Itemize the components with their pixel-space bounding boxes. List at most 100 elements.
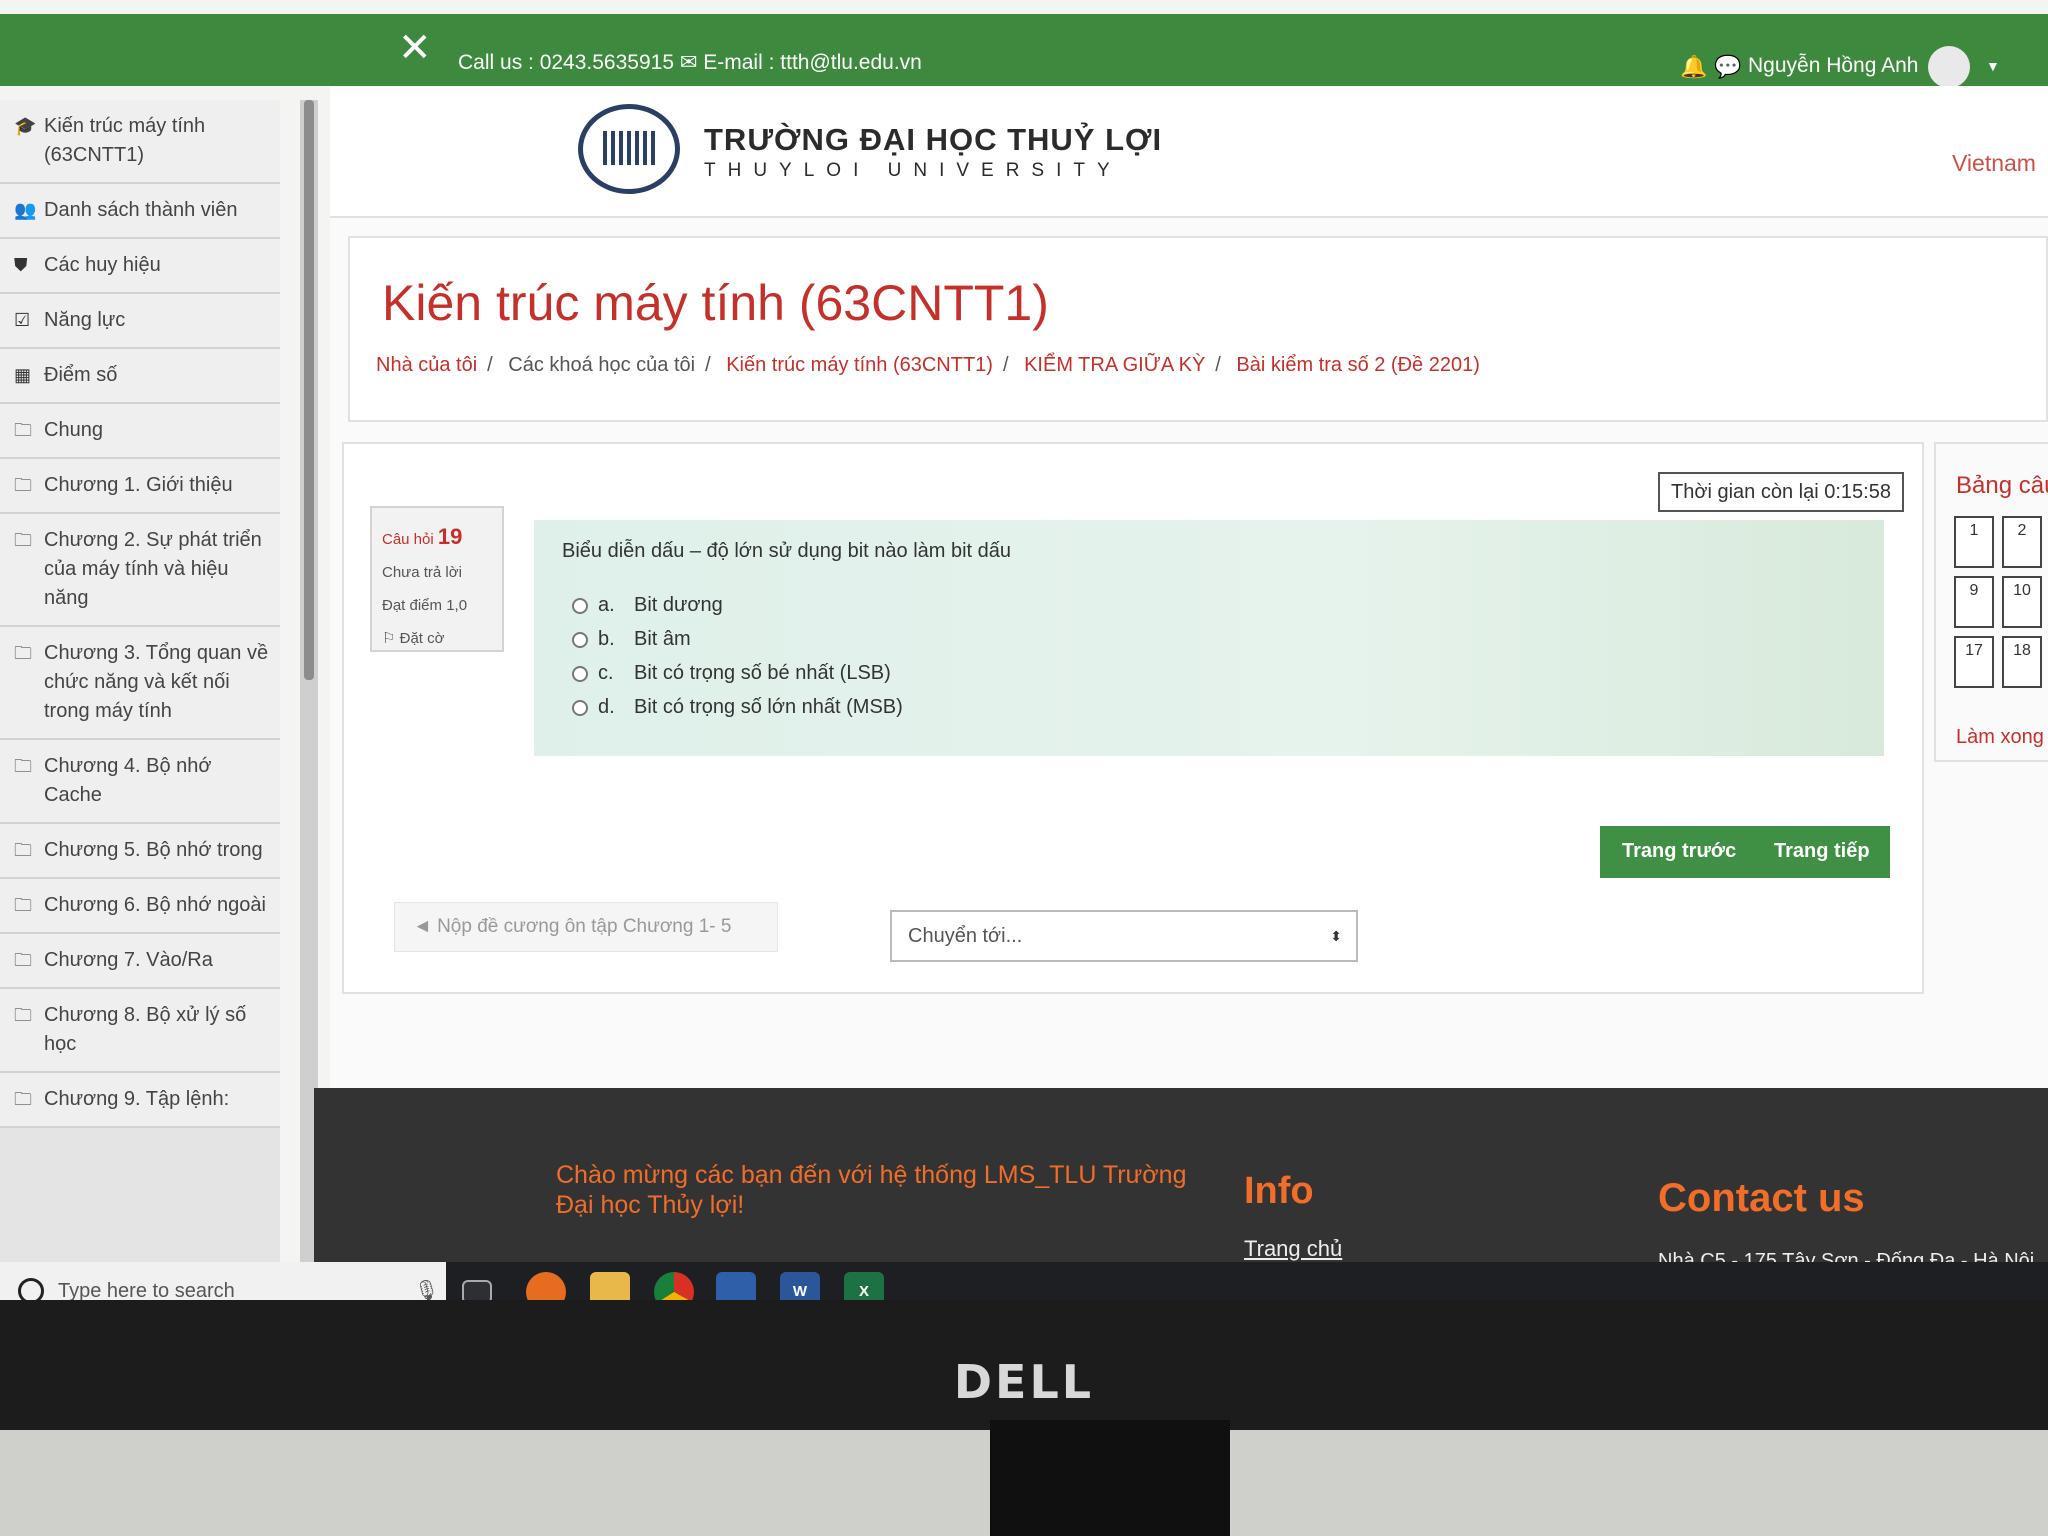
breadcrumb-home[interactable]: Nhà của tôi (376, 354, 477, 376)
option-a-radio[interactable] (572, 597, 588, 614)
word-icon[interactable]: W (780, 1272, 820, 1300)
question-text: Biểu diễn dấu – độ lớn sử dụng bit nào l… (562, 540, 1012, 562)
question-nav-9[interactable]: 9 (1954, 576, 1994, 628)
finish-attempt-link[interactable]: Làm xong (1956, 726, 2044, 749)
sidebar-item-general[interactable]: 🗀 Chung (0, 404, 280, 459)
footer-welcome: Chào mừng các bạn đến với hệ thống LMS_T… (556, 1161, 1187, 1219)
sidebar-item-competencies[interactable]: ☑ Năng lực (0, 294, 280, 349)
chrome-icon[interactable] (654, 1272, 694, 1300)
sidebar-item-label: Danh sách thành viên (44, 199, 238, 221)
course-header: Kiến trúc máy tính (63CNTT1) Nhà của tôi… (348, 236, 2048, 422)
folder-icon: 🗀 (14, 1005, 32, 1025)
chevron-down-icon[interactable]: ▼ (1986, 58, 2000, 74)
app-icon[interactable] (716, 1272, 756, 1300)
site-header: TRƯỜNG ĐẠI HỌC THUỶ LỢI THUYLOI UNIVERSI… (330, 86, 2048, 218)
prev-activity-link[interactable]: ◄ Nộp đề cương ôn tập Chương 1- 5 (394, 902, 778, 952)
prev-page-button[interactable]: Trang trước (1622, 840, 1736, 863)
taskbar-search[interactable]: Type here to search 🎙 (0, 1262, 446, 1300)
question-nav-1[interactable]: 1 (1954, 516, 1994, 568)
breadcrumb-my-courses[interactable]: Các khoá học của tôi (508, 354, 695, 376)
folder-icon: 🗀 (14, 475, 32, 495)
breadcrumb-course[interactable]: Kiến trúc máy tính (63CNTT1) (726, 354, 993, 376)
quiz-area: Thời gian còn lại 0:15:58 Câu hỏi 19 Chư… (342, 442, 1924, 994)
next-page-button[interactable]: Trang tiếp (1774, 840, 1870, 863)
sidebar-item-participants[interactable]: 👥 Danh sách thành viên (0, 184, 280, 239)
flag-question[interactable]: ⚐ Đặt cờ (382, 622, 492, 655)
site-footer: Chào mừng các bạn đến với hệ thống LMS_T… (314, 1088, 2048, 1278)
sidebar-item-label: Chương 7. Vào/Ra (44, 949, 213, 971)
user-name[interactable]: Nguyễn Hồng Anh (1748, 54, 1918, 78)
folder-icon: 🗀 (14, 1089, 32, 1109)
footer-contact-heading: Contact us (1658, 1176, 1865, 1220)
breadcrumb-quiz[interactable]: Bài kiểm tra số 2 (Đề 2201) (1236, 354, 1479, 376)
flag-icon: ⚐ (382, 630, 396, 647)
excel-icon[interactable]: X (844, 1272, 884, 1300)
message-icon[interactable]: 💬 (1714, 54, 1741, 80)
taskbar-search-input[interactable]: Type here to search (58, 1280, 235, 1300)
sidebar-item-chapter-4[interactable]: 🗀 Chương 4. Bộ nhớ Cache (0, 740, 280, 824)
sidebar-item-label: Chương 3. Tổng quan về chức năng và kết … (44, 642, 269, 722)
sidebar-item-label: Điểm số (44, 364, 118, 386)
sidebar: 🎓 Kiến trúc máy tính (63CNTT1) 👥 Danh sá… (0, 100, 280, 1265)
table-icon: ▦ (14, 365, 32, 385)
top-bar: ✕ Call us : 0243.5635915 ✉ E-mail : ttth… (0, 14, 2048, 88)
scrollbar-thumb[interactable] (304, 100, 314, 680)
question-nav-10[interactable]: 10 (2002, 576, 2042, 628)
question-info: Câu hỏi 19 Chưa trả lời Đạt điểm 1,0 ⚐ Đ… (370, 506, 504, 652)
firefox-icon[interactable] (526, 1272, 566, 1300)
option-b-radio[interactable] (572, 631, 588, 648)
footer-info-heading: Info (1244, 1170, 1314, 1212)
sidebar-item-chapter-6[interactable]: 🗀 Chương 6. Bộ nhớ ngoài (0, 879, 280, 934)
close-icon[interactable]: ✕ (398, 28, 432, 68)
cortana-icon[interactable] (18, 1278, 44, 1300)
sidebar-item-label: Các huy hiệu (44, 254, 161, 276)
language-selector[interactable]: Vietnam (1952, 150, 2036, 177)
folder-icon: 🗀 (14, 950, 32, 970)
option-d-radio[interactable] (572, 699, 588, 716)
main-content: TRƯỜNG ĐẠI HỌC THUỶ LỢI THUYLOI UNIVERSI… (330, 86, 2048, 1091)
option-d[interactable]: d. Bit có trọng số lớn nhất (MSB) (572, 696, 903, 719)
question-nav-17[interactable]: 17 (1954, 636, 1994, 688)
select-arrows-icon: ⬍ (1330, 928, 1342, 944)
sidebar-item-chapter-9[interactable]: 🗀 Chương 9. Tập lệnh: (0, 1073, 280, 1128)
sidebar-item-label: Chung (44, 419, 103, 441)
dell-logo: DELL (953, 1355, 1095, 1409)
shield-icon: ⛊ (14, 255, 28, 275)
sidebar-item-label: Chương 5. Bộ nhớ trong (44, 839, 263, 861)
notification-icon[interactable]: 🔔 (1680, 54, 1707, 80)
sidebar-item-chapter-7[interactable]: 🗀 Chương 7. Vào/Ra (0, 934, 280, 989)
sidebar-item-chapter-5[interactable]: 🗀 Chương 5. Bộ nhớ trong (0, 824, 280, 879)
sidebar-item-grades[interactable]: ▦ Điểm số (0, 349, 280, 404)
avatar[interactable] (1928, 46, 1970, 88)
option-b[interactable]: b. Bit âm (572, 628, 691, 651)
breadcrumb: Nhà của tôi / Các khoá học của tôi / Kiến … (376, 354, 1480, 376)
footer-home-link[interactable]: Trang chủ (1244, 1236, 1342, 1262)
option-c[interactable]: c. Bit có trọng số bé nhất (LSB) (572, 662, 891, 685)
sidebar-item-label: Chương 2. Sự phát triển của máy tính và … (44, 529, 262, 609)
sidebar-item-chapter-8[interactable]: 🗀 Chương 8. Bộ xử lý số học (0, 989, 280, 1073)
question-nav-18[interactable]: 18 (2002, 636, 2042, 688)
jump-to-select[interactable]: Chuyển tới... ⬍ (890, 910, 1358, 962)
breadcrumb-section[interactable]: KIỂM TRA GIỮA KỲ (1024, 354, 1205, 376)
question-nav-2[interactable]: 2 (2002, 516, 2042, 568)
sidebar-item-label: Chương 1. Giới thiệu (44, 474, 233, 496)
sidebar-item-chapter-1[interactable]: 🗀 Chương 1. Giới thiệu (0, 459, 280, 514)
folder-icon: 🗀 (14, 643, 32, 663)
option-c-radio[interactable] (572, 665, 588, 682)
file-explorer-icon[interactable] (590, 1272, 630, 1300)
quiz-navigation-title: Bảng câu hỏi (1956, 472, 2048, 499)
sidebar-item-label: Chương 6. Bộ nhớ ngoài (44, 894, 266, 916)
task-view-icon[interactable] (462, 1280, 492, 1300)
sidebar-item-course[interactable]: 🎓 Kiến trúc máy tính (63CNTT1) (0, 100, 280, 184)
folder-icon: 🗀 (14, 895, 32, 915)
sidebar-item-badges[interactable]: ⛊ Các huy hiệu (0, 239, 280, 294)
sidebar-item-label: Chương 9. Tập lệnh: (44, 1088, 230, 1110)
sidebar-item-chapter-3[interactable]: 🗀 Chương 3. Tổng quan về chức năng và kế… (0, 627, 280, 740)
university-logo[interactable] (578, 104, 680, 194)
option-a[interactable]: a. Bit dương (572, 594, 723, 617)
microphone-icon[interactable]: 🎙 (414, 1278, 439, 1300)
university-name: TRƯỜNG ĐẠI HỌC THUỶ LỢI (704, 122, 1163, 157)
sidebar-item-chapter-2[interactable]: 🗀 Chương 2. Sự phát triển của máy tính v… (0, 514, 280, 627)
page-title: Kiến trúc máy tính (63CNTT1) (382, 275, 1049, 331)
quiz-navigation: Bảng câu hỏi 1 2 9 10 17 18 Làm xong (1934, 442, 2048, 762)
